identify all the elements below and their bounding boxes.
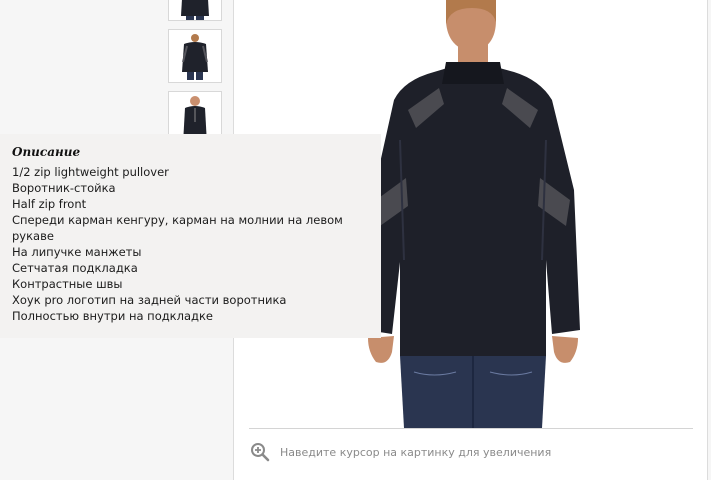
description-title: Описание [12, 145, 81, 159]
description-item: На липучке манжеты [12, 245, 142, 259]
zoom-hint-text: Наведите курсор на картинку для увеличен… [280, 445, 552, 459]
thumbnail-1[interactable] [168, 0, 222, 21]
description-item: Полностью внутри на подкладке [12, 309, 213, 323]
description-item: Воротник-стойка [12, 181, 116, 195]
image-divider [249, 428, 693, 429]
zoom-in-icon [251, 443, 270, 462]
description-item: Half zip front [12, 197, 87, 211]
thumbnail-2[interactable] [168, 29, 222, 83]
description-panel: Описание 1/2 zip lightweight pullover Во… [0, 134, 381, 338]
description-item: Сетчатая подкладка [12, 261, 138, 275]
description-list: 1/2 zip lightweight pullover Воротник-ст… [12, 164, 371, 324]
zoom-hint-row: Наведите курсор на картинку для увеличен… [250, 441, 551, 463]
description-item: Хоук pro логотип на задней части воротни… [12, 293, 287, 307]
description-item: Контрастные швы [12, 277, 123, 291]
description-item: 1/2 zip lightweight pullover [12, 165, 169, 179]
description-item: Спереди карман кенгуру, карман на молнии… [12, 213, 343, 243]
